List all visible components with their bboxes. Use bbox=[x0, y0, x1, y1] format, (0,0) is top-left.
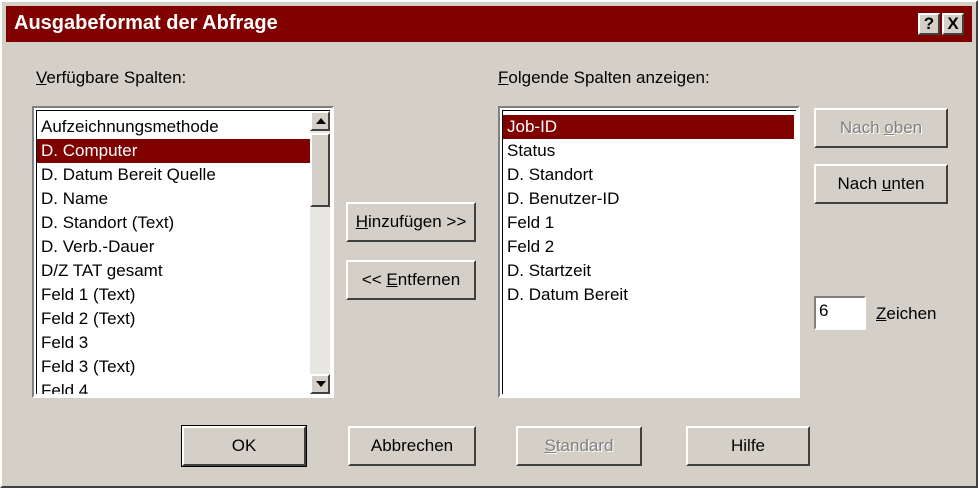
shown-columns-label: Folgende Spalten anzeigen: bbox=[498, 68, 710, 87]
standard-button[interactable]: Standard bbox=[516, 426, 642, 466]
available-column-item[interactable]: D. Verb.-Dauer bbox=[37, 235, 310, 259]
shown-column-item[interactable]: Status bbox=[503, 139, 794, 163]
title-bar[interactable]: Ausgabeformat der Abfrage ? X bbox=[6, 6, 972, 42]
chars-input[interactable]: 6 bbox=[814, 296, 866, 330]
available-column-item[interactable]: Feld 2 (Text) bbox=[37, 307, 310, 331]
chars-label: Zeichen bbox=[876, 304, 937, 323]
remove-button[interactable]: << Entfernen bbox=[346, 260, 476, 300]
shown-column-item[interactable]: D. Benutzer-ID bbox=[503, 187, 794, 211]
available-column-item[interactable]: Feld 3 bbox=[37, 331, 310, 355]
scroll-thumb[interactable] bbox=[310, 133, 330, 207]
available-column-item[interactable]: D/Z TAT gesamt bbox=[37, 259, 310, 283]
add-button[interactable]: Hinzufügen >> bbox=[346, 202, 476, 242]
available-column-item[interactable]: D. Datum Bereit Quelle bbox=[37, 163, 310, 187]
help-button[interactable]: Hilfe bbox=[686, 426, 810, 466]
available-column-item[interactable]: Feld 4 bbox=[37, 379, 310, 394]
move-down-button[interactable]: Nach unten bbox=[814, 164, 948, 204]
shown-column-item[interactable]: D. Startzeit bbox=[503, 259, 794, 283]
shown-columns-list[interactable]: Job-ID Status D. Standort D. Benutzer-ID Fel… bbox=[498, 106, 800, 398]
close-title-button[interactable]: X bbox=[942, 13, 964, 35]
cancel-button[interactable]: Abbrechen bbox=[348, 426, 476, 466]
available-column-item[interactable]: D. Standort (Text) bbox=[37, 211, 310, 235]
move-up-button[interactable]: Nach oben bbox=[814, 108, 948, 148]
shown-column-item[interactable]: D. Datum Bereit bbox=[503, 283, 794, 307]
scroll-up-arrow-icon bbox=[316, 118, 326, 124]
shown-column-item[interactable]: D. Standort bbox=[503, 163, 794, 187]
help-title-button[interactable]: ? bbox=[918, 13, 940, 35]
available-column-item[interactable]: D. Computer bbox=[37, 139, 310, 163]
shown-items: Job-ID Status D. Standort D. Benutzer-ID Fel… bbox=[503, 115, 794, 307]
scroll-up-button[interactable] bbox=[310, 111, 330, 131]
scroll-down-arrow-icon bbox=[316, 381, 326, 387]
shown-column-item[interactable]: Feld 1 bbox=[503, 211, 794, 235]
available-scrollbar[interactable] bbox=[310, 111, 330, 394]
scroll-down-button[interactable] bbox=[310, 374, 330, 394]
shown-column-item[interactable]: Feld 2 bbox=[503, 235, 794, 259]
available-columns-label: Verfügbare Spalten: bbox=[36, 68, 187, 87]
available-column-item[interactable]: Feld 1 (Text) bbox=[37, 283, 310, 307]
available-column-item[interactable]: Feld 3 (Text) bbox=[37, 355, 310, 379]
shown-column-item[interactable]: Job-ID bbox=[503, 115, 794, 139]
available-items: Aufzeichnungsmethode D. Computer D. Datum … bbox=[37, 115, 310, 394]
ok-button[interactable]: OK bbox=[181, 425, 307, 467]
dialog-title: Ausgabeformat der Abfrage bbox=[14, 12, 278, 34]
available-column-item[interactable]: Aufzeichnungsmethode bbox=[37, 115, 310, 139]
dialog-window: Ausgabeformat der Abfrage ? X Verfügbare… bbox=[0, 0, 978, 488]
available-columns-list[interactable]: Aufzeichnungsmethode D. Computer D. Datum … bbox=[32, 106, 334, 398]
available-column-item[interactable]: D. Name bbox=[37, 187, 310, 211]
